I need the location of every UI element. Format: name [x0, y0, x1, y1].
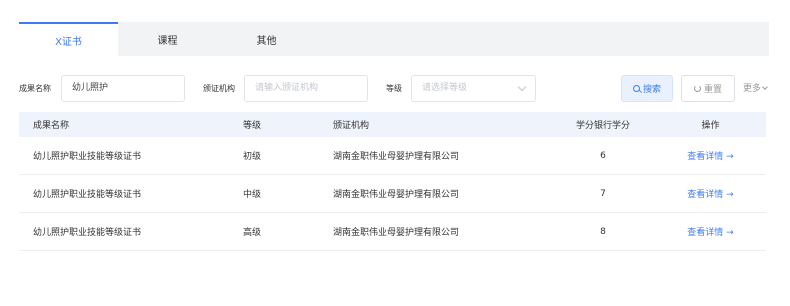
- view-details-link[interactable]: 查看详情 →: [655, 149, 766, 162]
- search-button-label: 搜索: [642, 85, 661, 95]
- column-header-org: 颁证机构: [333, 121, 370, 131]
- tab-courses[interactable]: 课程: [118, 22, 217, 56]
- name-filter-input[interactable]: 幼儿照护: [61, 75, 185, 102]
- view-details-link[interactable]: 查看详情 →: [655, 187, 766, 200]
- table-row: 幼儿照护职业技能等级证书 高级 湖南金职伟业母婴护理有限公司 8 查看详情 →: [19, 213, 766, 251]
- reset-button-label: 重置: [703, 85, 722, 95]
- more-filters-toggle[interactable]: 更多: [743, 75, 768, 103]
- column-header-action: 操作: [701, 121, 720, 131]
- row-name: 幼儿照护职业技能等级证书: [33, 152, 142, 162]
- more-label: 更多: [743, 84, 762, 94]
- row-credits: 6: [600, 150, 606, 161]
- level-filter-label: 等级: [386, 84, 402, 93]
- row-org: 湖南金职伟业母婴护理有限公司: [333, 152, 460, 162]
- table-row: 幼儿照护职业技能等级证书 中级 湖南金职伟业母婴护理有限公司 7 查看详情 →: [19, 175, 766, 213]
- row-name: 幼儿照护职业技能等级证书: [33, 190, 142, 200]
- column-header-name: 成果名称: [33, 121, 70, 131]
- chevron-down-icon: [517, 82, 527, 92]
- column-header-credits: 学分银行学分: [575, 121, 630, 131]
- row-credits: 8: [600, 226, 606, 237]
- row-credits: 7: [600, 188, 606, 199]
- chevron-down-icon: [762, 84, 768, 90]
- column-header-level: 等级: [243, 121, 262, 131]
- filter-bar: 成果名称 幼儿照护 颁证机构 请输入颁证机构 等级 请选择等级 搜索 重置 更多: [0, 75, 790, 103]
- reset-icon: [693, 85, 701, 92]
- row-org: 湖南金职伟业母婴护理有限公司: [333, 228, 460, 238]
- level-filter-placeholder: 请选择等级: [422, 83, 468, 93]
- row-name: 幼儿照护职业技能等级证书: [33, 228, 142, 238]
- name-filter-label: 成果名称: [19, 84, 51, 93]
- org-filter-label: 颁证机构: [203, 84, 235, 93]
- org-filter-placeholder: 请输入颁证机构: [255, 83, 319, 93]
- table-row: 幼儿照护职业技能等级证书 初级 湖南金职伟业母婴护理有限公司 6 查看详情 →: [19, 137, 766, 175]
- tab-other[interactable]: 其他: [217, 22, 316, 56]
- search-button[interactable]: 搜索: [621, 75, 673, 102]
- org-filter-input[interactable]: 请输入颁证机构: [244, 75, 368, 102]
- results-table: 成果名称 等级 颁证机构 学分银行学分 操作 幼儿照护职业技能等级证书 初级 湖…: [19, 112, 766, 251]
- reset-button[interactable]: 重置: [681, 75, 735, 102]
- search-icon: [632, 85, 640, 92]
- tab-x-certificate[interactable]: X证书: [19, 22, 118, 56]
- row-level: 初级: [243, 152, 262, 162]
- row-org: 湖南金职伟业母婴护理有限公司: [333, 190, 460, 200]
- row-level: 中级: [243, 190, 262, 200]
- view-details-link[interactable]: 查看详情 →: [655, 225, 766, 238]
- row-level: 高级: [243, 228, 262, 238]
- table-header: 成果名称 等级 颁证机构 学分银行学分 操作: [19, 112, 766, 137]
- tab-bar: X证书 课程 其他: [19, 22, 769, 56]
- level-filter-select[interactable]: 请选择等级: [411, 75, 536, 102]
